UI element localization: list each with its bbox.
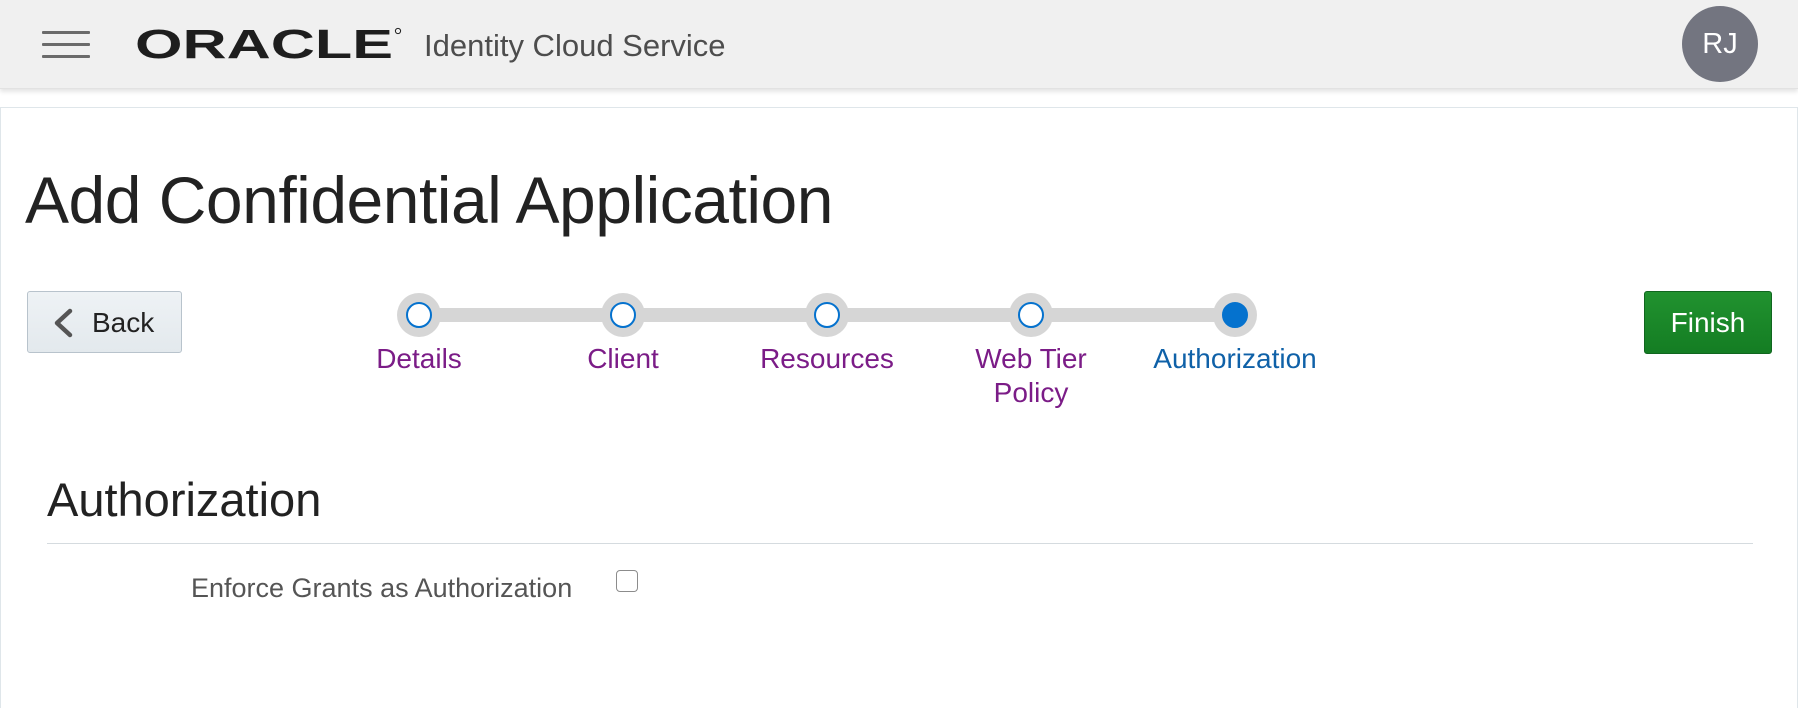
step-indicator xyxy=(1213,293,1257,337)
service-name: Identity Cloud Service xyxy=(424,28,726,63)
step-indicator xyxy=(397,293,441,337)
back-button-label: Back xyxy=(92,307,155,338)
svg-text:ORACLE: ORACLE xyxy=(135,25,393,65)
page-title: Add Confidential Application xyxy=(25,163,833,237)
app-header: ORACLE Identity Cloud Service RJ xyxy=(0,0,1798,89)
step-indicator xyxy=(805,293,849,337)
step-indicator xyxy=(601,293,645,337)
enforce-grants-label: Enforce Grants as Authorization xyxy=(191,573,573,603)
chevron-left-icon xyxy=(54,308,73,338)
step-label: Authorization xyxy=(1153,343,1317,374)
step-label: Client xyxy=(587,343,659,374)
user-avatar[interactable]: RJ xyxy=(1682,6,1758,82)
step-indicator xyxy=(1009,293,1053,337)
step-label: Resources xyxy=(760,343,894,374)
oracle-logo: ORACLE xyxy=(135,25,402,65)
back-button[interactable]: Back xyxy=(27,291,182,353)
finish-button[interactable]: Finish xyxy=(1644,291,1772,354)
hamburger-menu-icon[interactable] xyxy=(42,29,90,59)
section-title: Authorization xyxy=(47,473,322,526)
main-panel: Add Confidential Application Back Detail… xyxy=(0,107,1798,708)
step-label: Details xyxy=(376,343,462,374)
enforce-grants-checkbox[interactable] xyxy=(616,570,638,592)
section-divider xyxy=(47,543,1753,544)
step-label: Web Tier Policy xyxy=(975,343,1087,408)
